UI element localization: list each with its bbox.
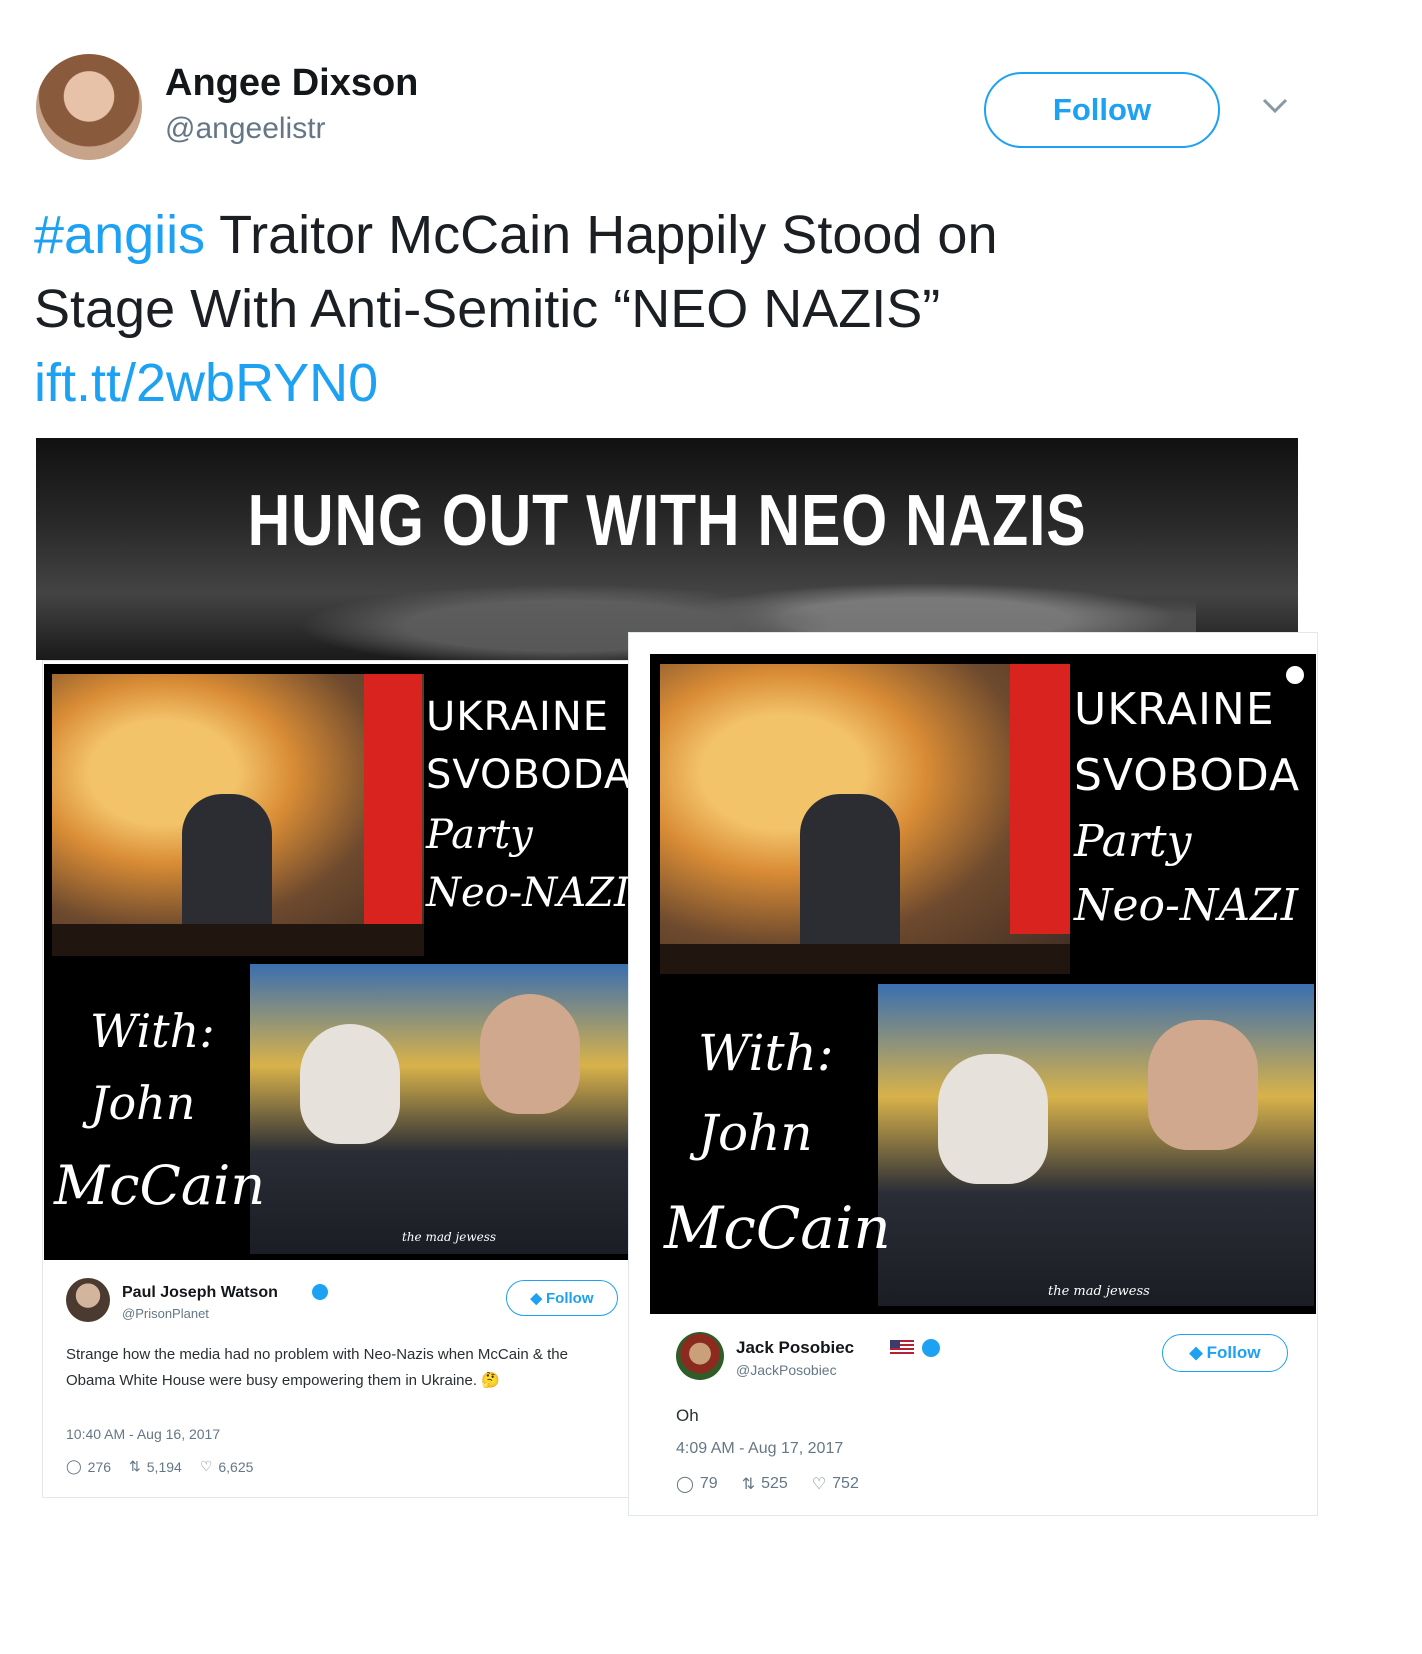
reply-icon[interactable]: ◯ — [66, 1458, 82, 1475]
embed-right-handle[interactable]: @JackPosobiec — [736, 1362, 837, 1378]
embed-right-timestamp[interactable]: 4:09 AM - Aug 17, 2017 — [676, 1440, 843, 1458]
us-flag-icon — [890, 1340, 914, 1356]
embed-left-text: Strange how the media had no problem wit… — [66, 1346, 568, 1389]
meme-line3: Party — [426, 812, 533, 858]
meme-line1: UKRAINE — [426, 694, 610, 740]
embed-right-likes: 752 — [832, 1475, 859, 1492]
tweet-text: #angiis Traitor McCain Happily Stood on … — [34, 198, 1294, 420]
author-avatar[interactable] — [36, 54, 142, 160]
meme-with: With: — [90, 1004, 215, 1058]
hashtag-link[interactable]: #angiis — [34, 205, 205, 265]
embed-right-follow-label: Follow — [1206, 1343, 1261, 1362]
meme-john: John — [698, 1104, 813, 1162]
embed-right-follow-button[interactable]: ◆ Follow — [1162, 1334, 1288, 1372]
twitter-bird-icon: ◆ — [530, 1290, 543, 1307]
avatar-paul-joseph-watson[interactable] — [66, 1278, 110, 1322]
verified-badge-icon — [312, 1284, 328, 1300]
meme-photo-top — [52, 674, 424, 956]
reg-mark-icon — [1286, 666, 1304, 684]
embed-left-stats: ◯ 276 ⇅ 5,194 ♡ 6,625 — [66, 1458, 253, 1475]
meme-image-right[interactable]: UKRAINE SVOBODA Party Neo-NAZI With: Joh… — [650, 654, 1316, 1314]
embed-left-handle[interactable]: @PrisonPlanet — [122, 1306, 209, 1321]
meme-with: With: — [698, 1024, 834, 1082]
meme-line2: SVOBODA — [1074, 750, 1301, 801]
follow-button[interactable]: Follow — [984, 72, 1220, 148]
meme-photo-bottom — [250, 964, 630, 1254]
meme-line3: Party — [1074, 816, 1192, 867]
like-icon[interactable]: ♡ — [812, 1474, 826, 1494]
tweet-text-line2: Stage With Anti-Semitic “NEO NAZIS” — [34, 279, 941, 339]
embed-left-replies: 276 — [87, 1458, 112, 1475]
meme-photo-top — [660, 664, 1070, 974]
embed-left-follow-button[interactable]: ◆ Follow — [506, 1280, 618, 1316]
embed-left-retweets: 5,194 — [146, 1458, 182, 1475]
meme-image-left[interactable]: UKRAINE SVOBODA Party Neo-NAZI With: Joh… — [44, 664, 630, 1260]
embed-left-timestamp[interactable]: 10:40 AM - Aug 16, 2017 — [66, 1426, 220, 1442]
embed-right-name[interactable]: Jack Posobiec — [736, 1338, 854, 1358]
reply-icon[interactable]: ◯ — [676, 1474, 694, 1494]
banner-title: HUNG OUT WITH NEO NAZIS — [247, 481, 1087, 561]
twitter-bird-icon: ◆ — [1189, 1343, 1203, 1362]
author-handle[interactable]: @angeelistr — [165, 112, 326, 146]
meme-mccain: McCain — [54, 1154, 266, 1217]
meme-credit: the mad jewess — [402, 1230, 497, 1244]
avatar-jack-posobiec[interactable] — [676, 1332, 724, 1380]
embed-right-retweets: 525 — [761, 1475, 788, 1492]
meme-line1: UKRAINE — [1074, 684, 1275, 735]
meme-mccain: McCain — [664, 1194, 891, 1262]
embed-left-name[interactable]: Paul Joseph Watson — [122, 1284, 278, 1302]
media-banner[interactable]: HUNG OUT WITH NEO NAZIS — [36, 438, 1298, 660]
tweet-link[interactable]: ift.tt/2wbRYN0 — [34, 346, 1294, 420]
embed-right-text: Oh — [676, 1406, 699, 1425]
like-icon[interactable]: ♡ — [200, 1458, 213, 1475]
meme-line2: SVOBODA — [426, 752, 630, 798]
embed-left-likes: 6,625 — [218, 1458, 254, 1475]
meme-john: John — [90, 1076, 196, 1130]
embed-right-stats: ◯ 79 ⇅ 525 ♡ 752 — [676, 1474, 859, 1494]
verified-badge-icon — [922, 1339, 940, 1357]
meme-credit: the mad jewess — [1048, 1284, 1150, 1299]
retweet-icon[interactable]: ⇅ — [129, 1458, 141, 1475]
author-name[interactable]: Angee Dixson — [165, 62, 418, 105]
chevron-down-icon[interactable] — [1260, 94, 1290, 118]
embed-right-replies: 79 — [699, 1475, 718, 1492]
retweet-icon[interactable]: ⇅ — [742, 1474, 755, 1494]
meme-line4: Neo-NAZI — [1074, 880, 1299, 931]
tweet-text-line1: Traitor McCain Happily Stood on — [205, 205, 998, 265]
meme-photo-bottom — [878, 984, 1314, 1306]
meme-line4: Neo-NAZI — [426, 870, 630, 916]
embed-left-follow-label: Follow — [546, 1289, 594, 1307]
